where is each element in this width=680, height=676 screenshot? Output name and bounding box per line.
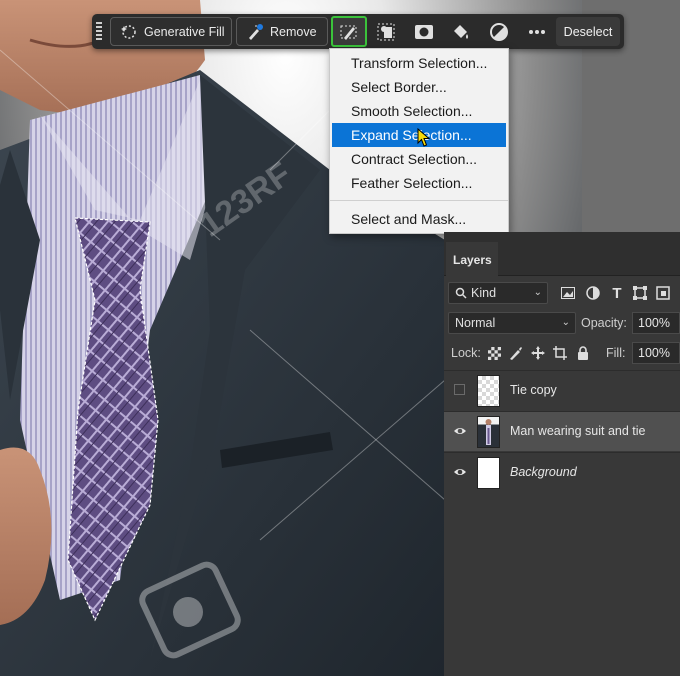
mouse-cursor-icon <box>417 128 431 147</box>
search-icon <box>455 287 467 299</box>
adjustment-filter-icon[interactable] <box>585 285 601 301</box>
create-mask-button[interactable] <box>410 18 438 46</box>
lock-all-icon[interactable] <box>575 345 591 361</box>
layer-thumbnail <box>477 375 500 407</box>
layer-row-man-wearing-suit[interactable]: Man wearing suit and tie <box>444 411 680 451</box>
eye-icon[interactable] <box>453 465 467 479</box>
smart-object-filter-icon[interactable] <box>655 285 671 301</box>
pixel-filter-icon[interactable] <box>560 285 576 301</box>
visibility-toggle[interactable] <box>454 384 465 395</box>
menu-item-contract-selection[interactable]: Contract Selection... <box>332 147 506 171</box>
layers-panel-header: Layers <box>444 232 680 276</box>
modify-selection-menu: Transform Selection... Select Border... … <box>329 48 509 234</box>
layer-name[interactable]: Tie copy <box>510 383 557 397</box>
layer-thumbnail <box>477 457 500 489</box>
generative-fill-icon <box>120 23 138 41</box>
layer-thumbnail <box>477 416 500 448</box>
layer-name[interactable]: Background <box>510 465 577 479</box>
lock-transparent-pixels-icon[interactable] <box>486 345 502 361</box>
generative-fill-button[interactable]: Generative Fill <box>110 17 232 46</box>
drag-handle[interactable] <box>96 22 102 42</box>
mask-icon <box>415 25 433 39</box>
chevron-down-icon: ⌄ <box>561 317 570 328</box>
menu-item-select-border[interactable]: Select Border... <box>332 75 506 99</box>
subject-icon <box>377 23 395 41</box>
chevron-down-icon: ⌄ <box>533 287 542 298</box>
select-subject-button[interactable] <box>372 18 400 46</box>
opacity-label: Opacity: <box>581 316 627 330</box>
fill-bucket-icon <box>454 25 468 39</box>
tab-layers[interactable]: Layers <box>446 242 498 276</box>
fill-label: Fill: <box>606 346 626 360</box>
adjustment-layer-button[interactable] <box>485 18 513 46</box>
deselect-button[interactable]: Deselect <box>556 17 620 46</box>
lock-image-pixels-icon[interactable] <box>508 345 524 361</box>
opacity-input[interactable]: 100% <box>632 312 680 334</box>
modify-selection-button[interactable] <box>331 16 367 47</box>
eye-icon[interactable] <box>453 424 467 438</box>
selection-modify-icon <box>340 25 357 40</box>
fill-selection-button[interactable] <box>447 18 475 46</box>
filter-kind-label: Kind <box>471 286 497 300</box>
layer-filter-dropdown[interactable]: Kind ⌄ <box>448 282 548 304</box>
lock-label: Lock: <box>451 346 481 360</box>
lock-position-icon[interactable] <box>530 345 546 361</box>
layer-name[interactable]: Man wearing suit and tie <box>510 424 646 438</box>
menu-item-smooth-selection[interactable]: Smooth Selection... <box>332 99 506 123</box>
fill-input[interactable]: 100% <box>632 342 680 364</box>
shape-filter-icon[interactable] <box>632 285 648 301</box>
generative-fill-label: Generative Fill <box>144 24 225 39</box>
menu-item-select-and-mask[interactable]: Select and Mask... <box>332 207 506 231</box>
menu-item-transform-selection[interactable]: Transform Selection... <box>332 51 506 75</box>
layer-row-tie-copy[interactable]: Tie copy <box>444 370 680 410</box>
remove-brush-icon <box>246 23 264 41</box>
blend-mode-dropdown[interactable]: Normal ⌄ <box>448 312 576 334</box>
type-filter-icon[interactable]: T <box>609 285 625 302</box>
remove-label: Remove <box>270 24 317 39</box>
adjustment-icon <box>490 23 508 41</box>
contextual-task-bar: Generative Fill Remove Deselect <box>92 14 624 49</box>
layer-row-background[interactable]: Background <box>444 452 680 492</box>
menu-item-feather-selection[interactable]: Feather Selection... <box>332 171 506 195</box>
lock-artboard-icon[interactable] <box>552 345 568 361</box>
more-icon <box>529 30 545 34</box>
more-options-button[interactable] <box>523 18 551 46</box>
menu-separator <box>330 200 508 201</box>
blend-mode-value: Normal <box>455 316 496 330</box>
layers-panel: Layers Kind ⌄ T Normal ⌄ Opacity: 100% L… <box>444 232 680 676</box>
remove-button[interactable]: Remove <box>236 17 328 46</box>
